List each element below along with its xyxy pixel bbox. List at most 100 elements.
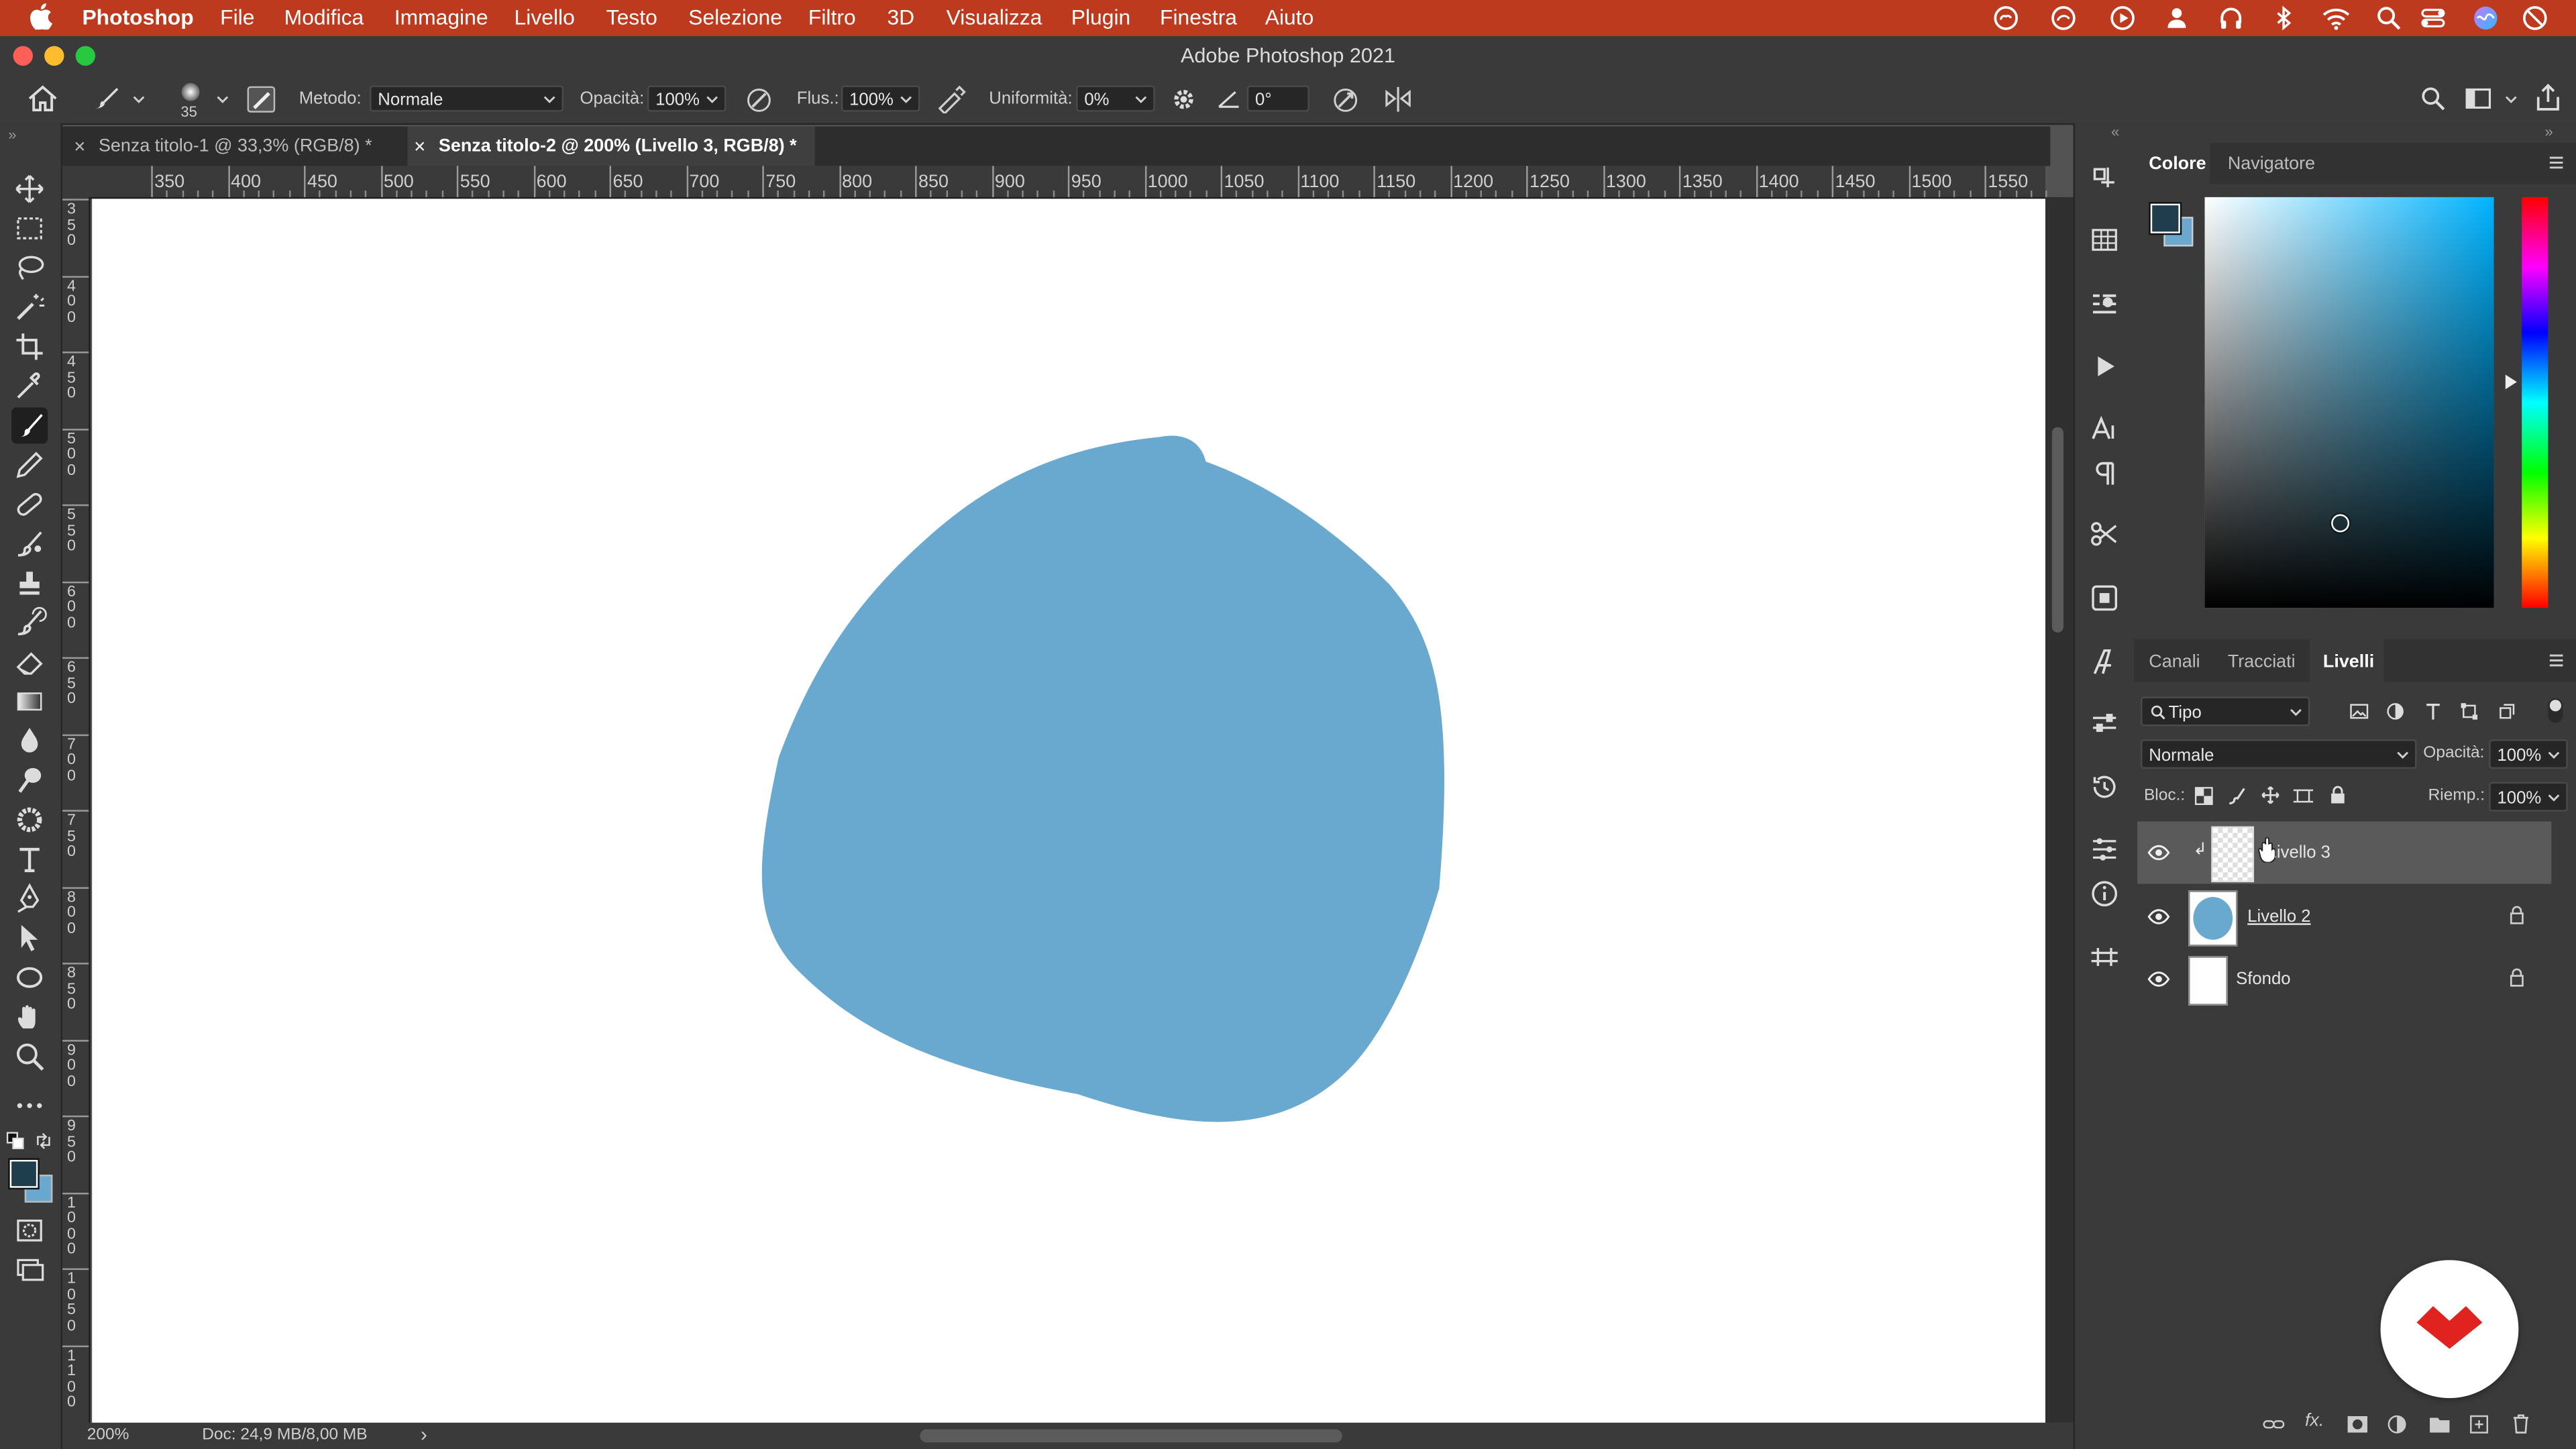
filter-pixel-icon[interactable] [2349,702,2369,721]
mixer-brush-tool-icon[interactable] [11,526,48,562]
bluetooth-icon[interactable] [2271,5,2297,31]
eye-icon[interactable] [2147,971,2170,987]
blend-mode-select[interactable]: Normale [370,85,564,112]
lock-pixels-icon[interactable] [2228,787,2246,805]
share-icon[interactable] [2535,83,2561,112]
sponge-tool-icon[interactable] [11,802,48,838]
healing-brush-tool-icon[interactable] [11,486,48,523]
menu-aiuto[interactable]: Aiuto [1265,5,1314,30]
clone-stamp-tool-icon[interactable] [11,565,48,601]
symmetry-icon[interactable] [1383,85,1413,113]
tab-colore[interactable]: Colore [2149,154,2206,174]
layer-name[interactable]: Sfondo [2236,969,2291,989]
hue-slider[interactable] [2522,197,2548,608]
pen-tool-icon[interactable] [11,881,48,917]
history-panel-icon[interactable] [2088,771,2121,804]
lock-transparent-icon[interactable] [2194,787,2213,806]
lasso-tool-icon[interactable] [11,250,48,286]
menu-visualizza[interactable]: Visualizza [947,5,1042,30]
quick-mask-icon[interactable] [11,1212,48,1248]
zoom-tool-icon[interactable] [11,1038,48,1075]
workspace-icon[interactable] [2464,85,2493,111]
layer-name[interactable]: Livello 3 [2267,843,2330,862]
brush-settings-toggle-icon[interactable] [246,85,276,113]
default-colors-icon[interactable] [6,1132,25,1150]
tab-livelli[interactable]: Livelli [2323,652,2374,672]
new-adjustment-icon[interactable] [2387,1415,2406,1434]
lock-all-icon[interactable] [2330,786,2346,805]
airbrush-icon[interactable] [936,85,966,113]
screen-mode-icon[interactable] [11,1252,48,1288]
pressure-opacity-icon[interactable] [744,85,773,113]
play-circle-icon[interactable] [2110,5,2136,31]
swap-colors-icon[interactable] [34,1132,52,1150]
tab-document-2[interactable]: × Senza titolo-2 @ 200% (Livello 3, RGB/… [407,126,815,166]
move-tool-icon[interactable] [11,171,48,207]
fill-input[interactable]: 100% [2489,782,2568,812]
menu-file[interactable]: File [220,5,254,30]
add-mask-icon[interactable] [2346,1415,2369,1434]
cc-sync-icon[interactable] [2050,5,2076,31]
tab-navigatore[interactable]: Navigatore [2228,154,2315,174]
layer-row-livello-2[interactable]: Livello 2 [2137,885,2551,948]
info-panel-icon[interactable] [2088,877,2121,910]
chevron-down-icon[interactable] [215,92,230,107]
new-layer-icon[interactable] [2469,1415,2489,1434]
close-tab-icon[interactable]: × [74,127,85,166]
character-panel-icon[interactable] [2088,413,2121,445]
panel-menu-icon[interactable] [2548,652,2564,668]
color-field[interactable] [2204,197,2494,608]
horizontal-scroll-thumb[interactable] [920,1429,1342,1443]
layer-row-livello-3[interactable]: ↲ Livello 3 [2137,821,2552,884]
chevron-right-icon[interactable]: › [421,1423,427,1446]
new-group-icon[interactable] [2428,1415,2451,1434]
magic-wand-tool-icon[interactable] [11,289,48,325]
crop-tool-icon[interactable] [11,329,48,365]
menu-livello[interactable]: Livello [515,5,575,30]
ellipse-tool-icon[interactable] [11,959,48,996]
collapse-dock-icon[interactable]: « [2111,123,2119,140]
color-panel-fg-swatch[interactable] [2150,203,2180,233]
home-button[interactable] [26,84,59,113]
fx-icon[interactable]: fx. [2305,1411,2324,1431]
panel-menu-icon[interactable] [2548,154,2564,170]
angle-input[interactable]: 0° [1246,85,1309,112]
headphones-icon[interactable] [2218,5,2244,31]
menu-finestra[interactable]: Finestra [1160,5,1237,30]
filter-shape-icon[interactable] [2459,702,2479,721]
brush-preset-icon[interactable] [92,85,121,111]
foreground-color-swatch[interactable] [9,1159,38,1188]
swatches-panel-icon[interactable] [2088,223,2121,256]
search-icon[interactable] [2420,85,2446,111]
rectangular-marquee-tool-icon[interactable] [11,210,48,246]
chevron-down-icon[interactable] [2504,92,2518,107]
menu-testo[interactable]: Testo [606,5,657,30]
menu-3d[interactable]: 3D [887,5,914,30]
menu-immagine[interactable]: Immagine [394,5,488,30]
control-center-icon[interactable] [2420,5,2446,31]
do-not-disturb-icon[interactable] [2522,5,2548,31]
flow-input[interactable]: 100% [841,85,920,112]
filter-type-icon[interactable] [2423,702,2443,721]
user-icon[interactable] [2163,5,2190,31]
floating-logo-badge[interactable] [2380,1260,2519,1399]
libraries-panel-icon[interactable] [2088,582,2121,614]
blur-tool-icon[interactable] [11,723,48,759]
hand-tool-icon[interactable] [11,999,48,1035]
zoom-level[interactable]: 200% [87,1426,129,1444]
tool-presets-icon[interactable] [2088,517,2121,550]
pencil-tool-icon[interactable] [11,447,48,483]
opacity-input[interactable]: 100% [647,85,727,112]
measurement-panel-icon[interactable] [2088,940,2121,973]
menu-filtro[interactable]: Filtro [808,5,856,30]
delete-layer-icon[interactable] [2512,1413,2530,1434]
menu-selezione[interactable]: Selezione [688,5,782,30]
menu-app-name[interactable]: Photoshop [82,5,193,30]
filter-smart-object-icon[interactable] [2497,702,2516,721]
lock-artboard-icon[interactable] [2293,787,2314,805]
tab-tracciati[interactable]: Tracciati [2228,652,2296,672]
expand-panels-icon[interactable]: » [2545,123,2553,140]
document-canvas[interactable] [92,199,2046,1423]
actions-panel-icon[interactable] [2088,288,2121,321]
close-tab-icon[interactable]: × [414,127,425,166]
